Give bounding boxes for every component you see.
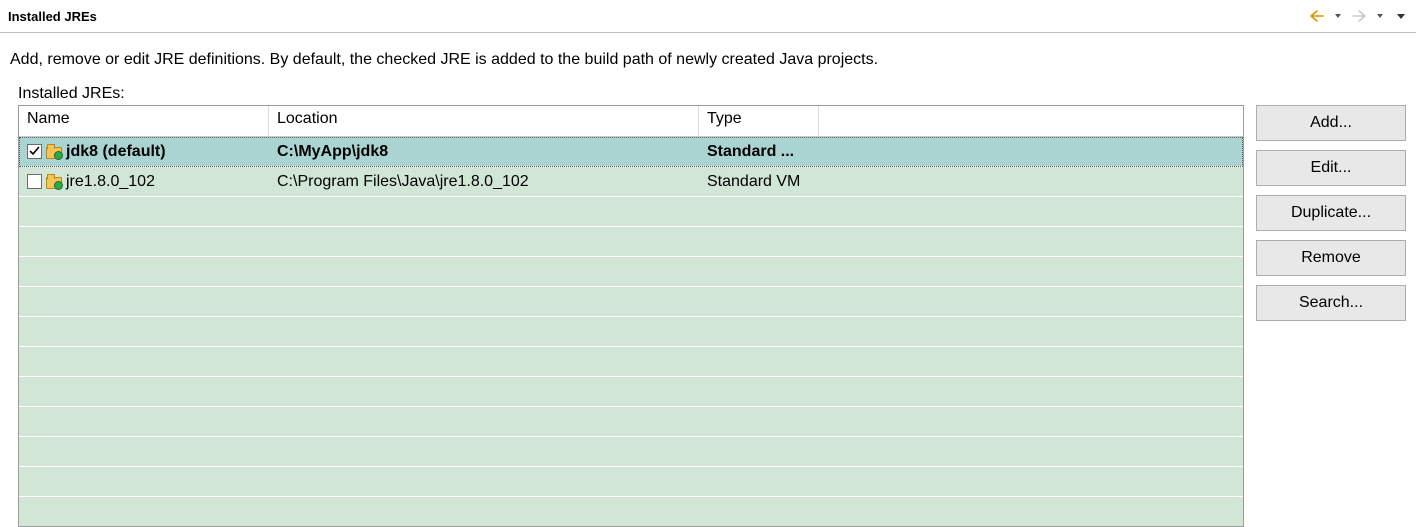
cell-spare [819,137,1243,166]
jre-type: Standard VM [707,173,800,191]
content-area: Add, remove or edit JRE definitions. By … [0,33,1416,527]
table-row[interactable]: jre1.8.0_102 C:\Program Files\Java\jre1.8… [19,167,1243,197]
table-row[interactable] [19,467,1243,497]
edit-button[interactable]: Edit... [1256,150,1406,186]
jre-location: C:\MyApp\jdk8 [277,143,388,161]
cell-type: Standard ... [699,137,819,166]
description-text: Add, remove or edit JRE definitions. By … [10,49,1406,71]
row-checkbox[interactable] [27,144,42,159]
nav-forward-dropdown[interactable] [1371,7,1389,25]
cell-spare [819,167,1243,196]
header-nav [1308,7,1410,25]
jre-name: jdk8 (default) [66,143,166,161]
cell-location: C:\Program Files\Java\jre1.8.0_102 [269,167,699,196]
col-spare[interactable] [819,106,1243,136]
table-row[interactable] [19,377,1243,407]
jre-icon [46,145,62,159]
col-location[interactable]: Location [269,106,699,136]
add-button[interactable]: Add... [1256,105,1406,141]
preferences-page: Installed JREs Add, remove or edit JRE d… [0,0,1416,527]
row-checkbox[interactable] [27,174,42,189]
table-row[interactable] [19,407,1243,437]
table-row[interactable] [19,227,1243,257]
jre-icon [46,175,62,189]
nav-back-button[interactable] [1308,7,1326,25]
table-body: jdk8 (default)C:\MyApp\jdk8Standard ...j… [19,137,1243,526]
jre-location: C:\Program Files\Java\jre1.8.0_102 [277,173,529,191]
col-name[interactable]: Name [19,106,269,136]
table-row[interactable] [19,497,1243,526]
table-label: Installed JREs: [18,85,1406,103]
table-row[interactable] [19,317,1243,347]
nav-back-dropdown[interactable] [1329,7,1347,25]
table-header: Name Location Type [19,106,1243,137]
table-row[interactable]: jdk8 (default) C:\MyApp\jdk8 Standard ... [19,137,1243,167]
jre-name: jre1.8.0_102 [66,173,155,191]
jre-type: Standard ... [707,143,794,161]
table-row[interactable] [19,437,1243,467]
table-row[interactable] [19,347,1243,377]
table-row[interactable] [19,287,1243,317]
body-row: Name Location Type jdk8 (default) C:\MyAp… [10,105,1406,527]
cell-location: C:\MyApp\jdk8 [269,137,699,166]
cell-name: jdk8 (default) [19,137,269,166]
table-row[interactable] [19,197,1243,227]
cell-name: jre1.8.0_102 [19,167,269,196]
search-button[interactable]: Search... [1256,285,1406,321]
col-type[interactable]: Type [699,106,819,136]
nav-forward-button[interactable] [1350,7,1368,25]
view-menu-dropdown[interactable] [1392,7,1410,25]
page-title: Installed JREs [8,9,97,24]
header-bar: Installed JREs [0,0,1416,33]
cell-type: Standard VM [699,167,819,196]
jre-table[interactable]: Name Location Type jdk8 (default) C:\MyAp… [18,105,1244,527]
side-buttons: Add... Edit... Duplicate... Remove Searc… [1256,105,1406,527]
table-row[interactable] [19,257,1243,287]
duplicate-button[interactable]: Duplicate... [1256,195,1406,231]
remove-button[interactable]: Remove [1256,240,1406,276]
